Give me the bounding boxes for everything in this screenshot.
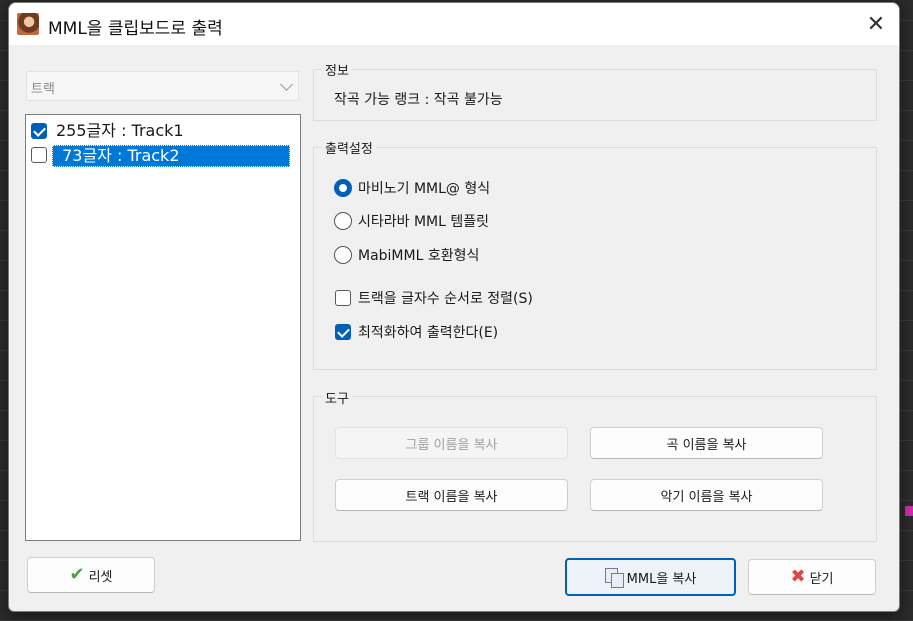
tools-group: [313, 396, 877, 542]
title-bar[interactable]: MML을 클립보드로 출력 ✕: [9, 3, 899, 45]
copy-mml-button[interactable]: MML을 복사: [565, 558, 736, 596]
checkmark-icon: ✔: [69, 564, 85, 585]
radio-unselected-icon[interactable]: [334, 246, 352, 264]
window-title: MML을 클립보드로 출력: [48, 19, 223, 39]
radio-unselected-icon[interactable]: [334, 212, 352, 230]
copy-group-name-button[interactable]: 그룹 이름을 복사: [335, 427, 568, 459]
checkbox-checked-icon[interactable]: [335, 324, 351, 340]
chevron-down-icon: [280, 78, 293, 91]
reset-button[interactable]: ✔ 리셋: [27, 557, 155, 593]
button-label: 리셋: [88, 569, 113, 585]
background-marker: [905, 506, 913, 516]
close-icon[interactable]: ✕: [853, 3, 899, 45]
close-x-icon: ✖: [790, 566, 806, 587]
format-label: 마비노기 MML@ 형식: [358, 181, 491, 197]
copy-instrument-name-button[interactable]: 악기 이름을 복사: [590, 479, 823, 511]
info-group-title: 정보: [322, 60, 352, 79]
track-combo[interactable]: 트랙: [26, 71, 299, 101]
copy-track-name-button[interactable]: 트랙 이름을 복사: [335, 479, 568, 511]
button-label: 트랙 이름을 복사: [405, 489, 498, 505]
copy-icon: [604, 568, 624, 588]
output-settings-title: 출력설정: [322, 138, 376, 157]
checkbox-unchecked-icon[interactable]: [335, 290, 351, 306]
track-checkbox[interactable]: [31, 123, 47, 139]
dialog-window: MML을 클립보드로 출력 ✕ 트랙 255글자 : Track1 73글자 :…: [8, 2, 900, 612]
compose-rank-text: 작곡 가능 랭크 : 작곡 불가능: [334, 92, 503, 108]
radio-selected-icon[interactable]: [334, 179, 352, 197]
option-label: 최적화하여 출력한다(E): [358, 325, 499, 341]
track-combo-value: 트랙: [31, 82, 55, 97]
format-label: MabiMML 호환형식: [358, 248, 480, 264]
copy-song-name-button[interactable]: 곡 이름을 복사: [590, 427, 823, 459]
button-label: 악기 이름을 복사: [660, 489, 753, 505]
track-label: 73글자 : Track2: [52, 145, 290, 167]
tools-group-title: 도구: [322, 388, 352, 407]
option-label: 트랙을 글자수 순서로 정렬(S): [358, 291, 533, 307]
button-label: 닫기: [809, 571, 834, 587]
button-label: 그룹 이름을 복사: [405, 437, 498, 453]
track-checkbox[interactable]: [31, 147, 47, 163]
button-label: 곡 이름을 복사: [666, 437, 747, 453]
format-label: 시타라바 MML 템플릿: [358, 214, 490, 230]
track-item[interactable]: 255글자 : Track1: [29, 120, 297, 142]
track-item[interactable]: 73글자 : Track2: [29, 144, 297, 167]
app-icon: [17, 13, 39, 35]
button-label: MML을 복사: [626, 571, 697, 587]
close-button[interactable]: ✖ 닫기: [748, 559, 876, 595]
track-label: 255글자 : Track1: [56, 121, 184, 140]
track-list[interactable]: 255글자 : Track1 73글자 : Track2: [25, 114, 301, 541]
